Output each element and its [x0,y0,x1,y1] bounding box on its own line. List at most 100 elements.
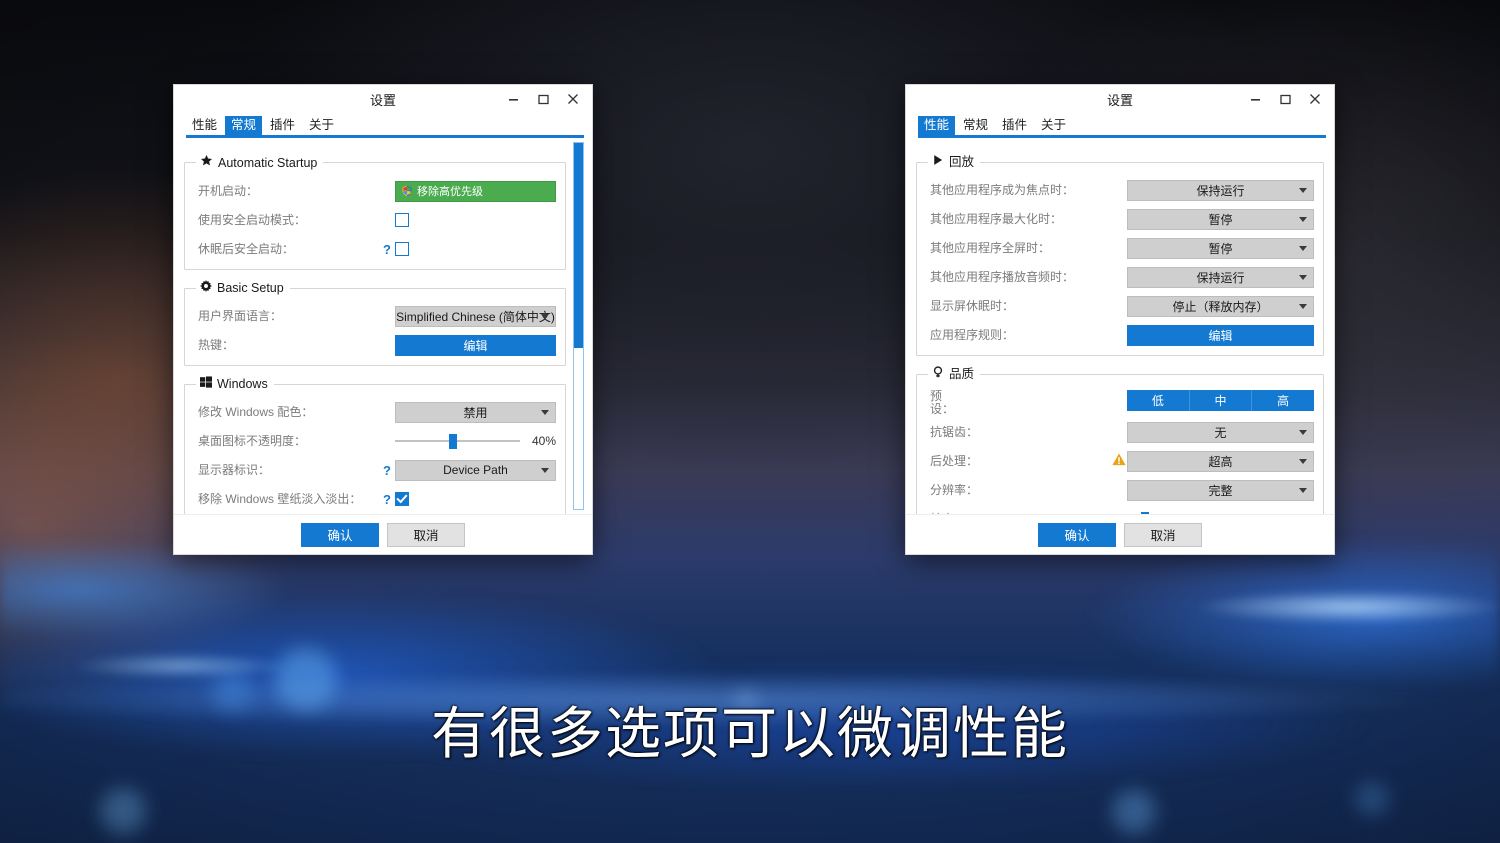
ui-language-select[interactable]: Simplified Chinese (简体中文) [395,305,556,327]
chevron-down-icon [1299,304,1307,309]
help-placeholder: ? [1111,241,1127,256]
group-label: 品质 [949,367,975,381]
row-control: 编辑 [1127,324,1314,346]
close-icon[interactable] [1300,86,1330,112]
framerate-slider[interactable]: 15 [1127,512,1314,514]
maximize-icon[interactable] [1270,86,1300,112]
tab-about[interactable]: 关于 [1035,116,1072,135]
help-icon[interactable]: ? [379,242,395,257]
group-title-windows: Windows [196,376,274,392]
row-label: 分辨率： [930,482,979,497]
row-control [395,213,556,227]
help-placeholder: ? [1111,270,1127,285]
confirm-button[interactable]: 确认 [1038,522,1116,547]
select-value: 禁用 [463,405,488,420]
quality-preset-segmented[interactable]: 低 中 高 [1127,390,1315,411]
monitor-identification-select[interactable]: Device Path [395,459,556,481]
tab-performance[interactable]: 性能 [918,116,956,135]
other-app-focus-select[interactable]: 保持运行 [1127,179,1314,201]
row-label: 应用程序规则： [930,327,1015,342]
group-title-quality: 品质 [928,366,981,382]
gear-icon [200,280,212,296]
tab-plugins[interactable]: 插件 [264,116,301,135]
help-placeholder: ? [379,434,395,449]
row-control: 超高 [1127,450,1314,472]
close-icon[interactable] [558,86,588,112]
row-windows-colorization: 修改 Windows 配色： ? 禁用 [194,399,556,425]
maximize-icon[interactable] [528,86,558,112]
tab-plugins[interactable]: 插件 [996,116,1033,135]
tab-performance[interactable]: 性能 [186,116,223,135]
display-sleep-select[interactable]: 停止（释放内存） [1127,295,1314,317]
help-placeholder: ? [1111,389,1127,404]
windows-colorization-select[interactable]: 禁用 [395,401,556,423]
slider-thumb[interactable] [448,434,457,449]
remove-wallpaper-fade-checkbox[interactable] [395,492,409,506]
row-label: 桌面图标不透明度： [198,433,307,448]
select-value: 完整 [1208,483,1233,498]
group-label: Windows [217,377,268,391]
help-icon[interactable]: ? [379,463,395,478]
titlebar[interactable]: 设置 [174,85,592,113]
preset-high-button[interactable]: 高 [1252,390,1315,411]
slider-thumb[interactable] [1141,512,1150,514]
tab-about[interactable]: 关于 [303,116,340,135]
row-label: 修改 Windows 配色： [198,404,314,419]
row-other-app-audio: 其他应用程序播放音频时： ? 保持运行 [926,264,1314,290]
button-label: 移除高优先级 [417,186,483,198]
select-value: 停止（释放内存） [1172,299,1269,314]
row-label: 其他应用程序成为焦点时： [930,182,1075,197]
scrollbar-thumb[interactable] [574,143,583,348]
preset-low-button[interactable]: 低 [1127,390,1190,411]
slider-track-area[interactable] [395,434,520,449]
desktop-icon-opacity-slider[interactable]: 40% [395,434,556,449]
row-label: 显示屏休眠时： [930,298,1015,313]
help-placeholder: ? [1111,483,1127,498]
other-app-fullscreen-select[interactable]: 暂停 [1127,237,1314,259]
quality-icon [932,366,944,382]
cancel-button[interactable]: 取消 [387,522,465,547]
row-control: 禁用 [395,401,556,423]
antialiasing-select[interactable]: 无 [1127,421,1314,443]
other-app-audio-select[interactable]: 保持运行 [1127,266,1314,288]
help-placeholder: ? [379,213,395,228]
edit-app-rules-button[interactable]: 编辑 [1127,324,1314,346]
postprocessing-select[interactable]: 超高 [1127,450,1314,472]
chevron-down-icon [1299,488,1307,493]
remove-high-priority-button[interactable]: 移除高优先级 [395,180,556,202]
select-value: 暂停 [1208,241,1233,256]
row-control: 停止（释放内存） [1127,295,1314,317]
vertical-scrollbar[interactable] [573,142,584,510]
tab-general[interactable]: 常规 [957,116,994,135]
safe-boot-after-hibernate-checkbox[interactable] [395,242,409,256]
minimize-icon[interactable] [498,86,528,112]
titlebar[interactable]: 设置 [906,85,1334,113]
resolution-select[interactable]: 完整 [1127,479,1314,501]
row-control [395,242,556,256]
group-rows: 用户界面语言： ? Simplified Chinese (简体中文) 热键： … [192,296,558,358]
preset-medium-button[interactable]: 中 [1189,390,1253,411]
help-placeholder: ? [379,184,395,199]
cancel-button[interactable]: 取消 [1124,522,1202,547]
select-value: 无 [1214,425,1227,440]
shield-icon [401,185,413,197]
dialog-content: 回放 其他应用程序成为焦点时： ? 保持运行 其他应用程序最大化时： ? [906,138,1334,514]
tab-general[interactable]: 常规 [225,116,263,135]
tab-strip: 性能 常规 插件 关于 [174,113,592,135]
other-app-maximized-select[interactable]: 暂停 [1127,208,1314,230]
confirm-button[interactable]: 确认 [301,522,379,547]
slider-track-area[interactable] [1127,512,1278,514]
row-framerate: 帧率： ? 15 [926,506,1314,514]
window-title: 设置 [1106,92,1133,108]
select-value: Device Path [443,463,508,477]
chevron-down-icon [541,410,549,415]
row-display-sleep: 显示屏休眠时： ? 停止（释放内存） [926,293,1314,319]
chevron-down-icon [1299,430,1307,435]
edit-hotkeys-button[interactable]: 编辑 [395,334,556,356]
help-icon[interactable]: ? [379,492,395,507]
row-label: 使用安全启动模式： [198,212,307,227]
help-placeholder: ? [1111,425,1127,440]
star-icon [200,154,213,171]
safe-boot-mode-checkbox[interactable] [395,213,409,227]
minimize-icon[interactable] [1240,86,1270,112]
